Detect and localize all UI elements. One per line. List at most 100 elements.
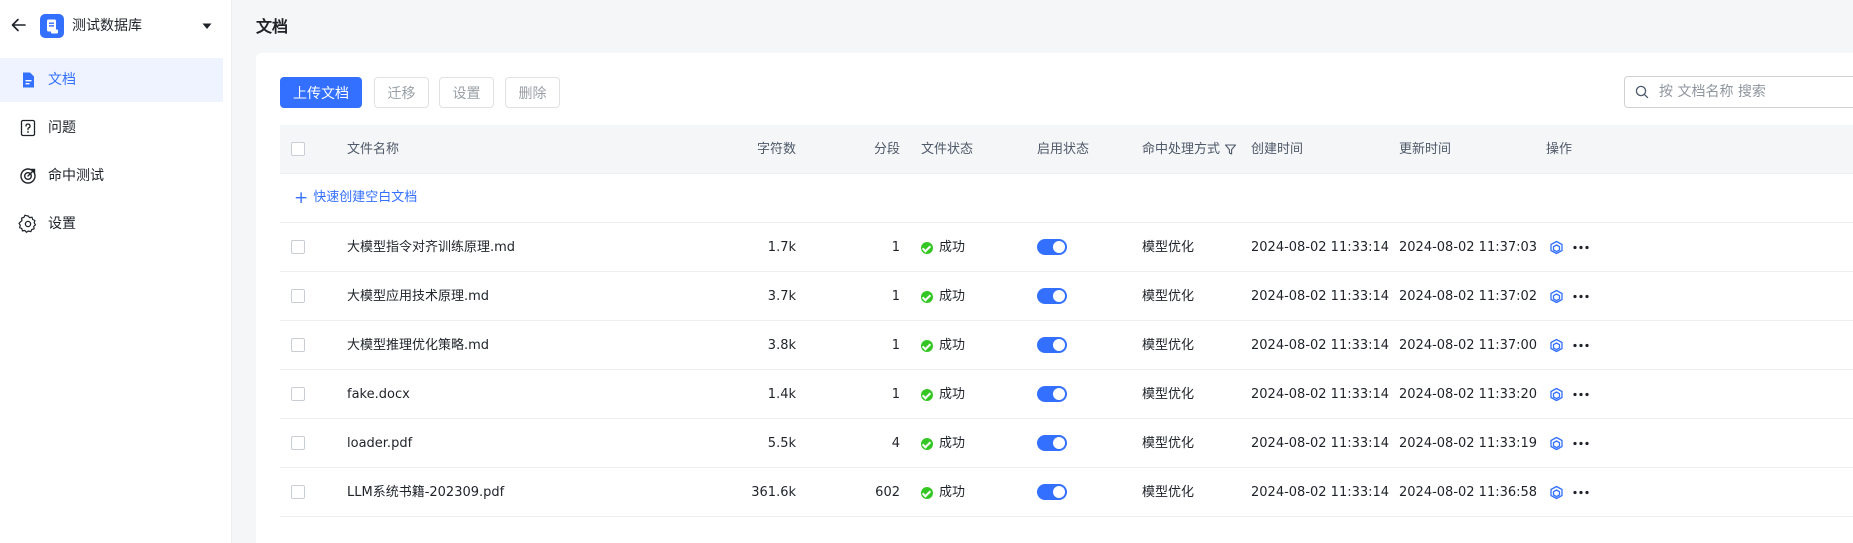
row-checkbox[interactable]	[291, 387, 305, 401]
column-header-name: 文件名称	[347, 142, 400, 157]
char-count: 1.7k	[767, 240, 796, 255]
char-count: 3.7k	[767, 289, 796, 304]
updated-time: 2024-08-02 11:37:03	[1399, 240, 1538, 255]
gear-icon	[18, 214, 38, 234]
success-icon	[921, 486, 933, 499]
database-name[interactable]: 测试数据库	[72, 16, 142, 36]
row-checkbox[interactable]	[291, 338, 305, 352]
table-header: 文件名称 字符数 分段 文件状态 启用状态 命中处理方式 创建时间 更新时间 操…	[280, 125, 1853, 174]
column-header-chars: 字符数	[756, 142, 796, 157]
file-name[interactable]: fake.docx	[347, 370, 410, 419]
documents-panel: 上传文档 迁移 设置 删除 文件名称 字符数 分段 文件状态 启用状态 命中处理…	[256, 53, 1853, 543]
column-header-created: 创建时间	[1251, 142, 1304, 157]
column-header-hit-method: 命中处理方式	[1142, 125, 1237, 174]
char-count: 5.5k	[767, 436, 796, 451]
char-count: 3.8k	[767, 338, 796, 353]
question-icon	[18, 118, 38, 138]
created-time: 2024-08-02 11:33:14	[1251, 240, 1390, 255]
database-icon	[40, 14, 64, 38]
column-header-updated: 更新时间	[1399, 142, 1452, 157]
segment-settings-icon[interactable]	[1549, 436, 1564, 451]
quick-create-row: + 快速创建空白文档	[280, 174, 1853, 223]
sidebar-item-questions[interactable]: 问题	[0, 106, 223, 150]
settings-button[interactable]: 设置	[439, 77, 494, 108]
enable-toggle[interactable]	[1037, 484, 1067, 500]
segment-count: 1	[891, 338, 900, 353]
table-row[interactable]: 大模型推理优化策略.md 3.8k 1 成功 模型优化 2024-08-02 1…	[280, 321, 1853, 370]
hit-method: 模型优化	[1142, 485, 1195, 500]
enable-toggle[interactable]	[1037, 239, 1067, 255]
search-input[interactable]	[1657, 83, 1847, 101]
sidebar-item-label: 设置	[48, 216, 76, 232]
segment-settings-icon[interactable]	[1549, 387, 1564, 402]
upload-document-button[interactable]: 上传文档	[280, 77, 362, 108]
more-icon[interactable]	[1572, 387, 1590, 402]
migrate-button[interactable]: 迁移	[374, 77, 429, 108]
sidebar-item-hit-test[interactable]: 命中测试	[0, 154, 223, 198]
segment-count: 1	[891, 289, 900, 304]
char-count: 361.6k	[751, 485, 796, 500]
sidebar-item-settings[interactable]: 设置	[0, 202, 223, 246]
enable-toggle[interactable]	[1037, 288, 1067, 304]
table-row[interactable]: 大模型应用技术原理.md 3.7k 1 成功 模型优化 2024-08-02 1…	[280, 272, 1853, 321]
table-row[interactable]: loader.pdf 5.5k 4 成功 模型优化 2024-08-02 11:…	[280, 419, 1853, 468]
quick-create-link[interactable]: + 快速创建空白文档	[294, 188, 417, 208]
page-title: 文档	[256, 17, 289, 36]
file-name[interactable]: 大模型应用技术原理.md	[347, 272, 489, 321]
file-status-label: 成功	[939, 289, 966, 304]
file-name[interactable]: 大模型指令对齐训练原理.md	[347, 223, 515, 272]
created-time: 2024-08-02 11:33:14	[1251, 338, 1390, 353]
segment-settings-icon[interactable]	[1549, 289, 1564, 304]
sidebar-item-label: 命中测试	[48, 168, 104, 184]
more-icon[interactable]	[1572, 436, 1590, 451]
sidebar-header: 测试数据库	[0, 0, 232, 52]
more-icon[interactable]	[1572, 338, 1590, 353]
success-icon	[921, 241, 933, 254]
delete-button[interactable]: 删除	[505, 77, 560, 108]
row-checkbox[interactable]	[291, 436, 305, 450]
updated-time: 2024-08-02 11:36:58	[1399, 485, 1538, 500]
hit-method: 模型优化	[1142, 387, 1195, 402]
segment-count: 1	[891, 240, 900, 255]
file-name[interactable]: loader.pdf	[347, 419, 412, 468]
sidebar-item-documents[interactable]: 文档	[0, 58, 223, 102]
caret-down-icon[interactable]	[200, 19, 214, 33]
updated-time: 2024-08-02 11:33:19	[1399, 436, 1538, 451]
segment-settings-icon[interactable]	[1549, 240, 1564, 255]
enable-toggle[interactable]	[1037, 435, 1067, 451]
success-icon	[921, 437, 933, 450]
more-icon[interactable]	[1572, 289, 1590, 304]
file-status: 成功	[921, 370, 965, 419]
file-status: 成功	[921, 468, 965, 517]
hit-method: 模型优化	[1142, 436, 1195, 451]
file-status-label: 成功	[939, 387, 966, 402]
file-name[interactable]: 大模型推理优化策略.md	[347, 321, 489, 370]
select-all-checkbox[interactable]	[291, 142, 305, 156]
sidebar-item-label: 问题	[48, 120, 76, 136]
table-row[interactable]: LLM系统书籍-202309.pdf 361.6k 602 成功 模型优化 20…	[280, 468, 1853, 517]
table-row[interactable]: fake.docx 1.4k 1 成功 模型优化 2024-08-02 11:3…	[280, 370, 1853, 419]
arrow-left-icon[interactable]	[8, 14, 30, 36]
row-checkbox[interactable]	[291, 289, 305, 303]
file-status-label: 成功	[939, 338, 966, 353]
more-icon[interactable]	[1572, 485, 1590, 500]
file-name[interactable]: LLM系统书籍-202309.pdf	[347, 468, 504, 517]
file-status: 成功	[921, 223, 965, 272]
table-row[interactable]: 大模型指令对齐训练原理.md 1.7k 1 成功 模型优化 2024-08-02…	[280, 223, 1853, 272]
char-count: 1.4k	[767, 387, 796, 402]
row-checkbox[interactable]	[291, 485, 305, 499]
updated-time: 2024-08-02 11:33:20	[1399, 387, 1538, 402]
enable-toggle[interactable]	[1037, 386, 1067, 402]
row-checkbox[interactable]	[291, 240, 305, 254]
created-time: 2024-08-02 11:33:14	[1251, 289, 1390, 304]
segment-settings-icon[interactable]	[1549, 485, 1564, 500]
column-header-file-status: 文件状态	[921, 142, 974, 157]
more-icon[interactable]	[1572, 240, 1590, 255]
file-status: 成功	[921, 419, 965, 468]
hit-method: 模型优化	[1142, 240, 1195, 255]
file-status-label: 成功	[939, 485, 966, 500]
segment-settings-icon[interactable]	[1549, 338, 1564, 353]
enable-toggle[interactable]	[1037, 337, 1067, 353]
filter-icon[interactable]	[1224, 143, 1237, 156]
column-header-enable-status: 启用状态	[1037, 142, 1090, 157]
